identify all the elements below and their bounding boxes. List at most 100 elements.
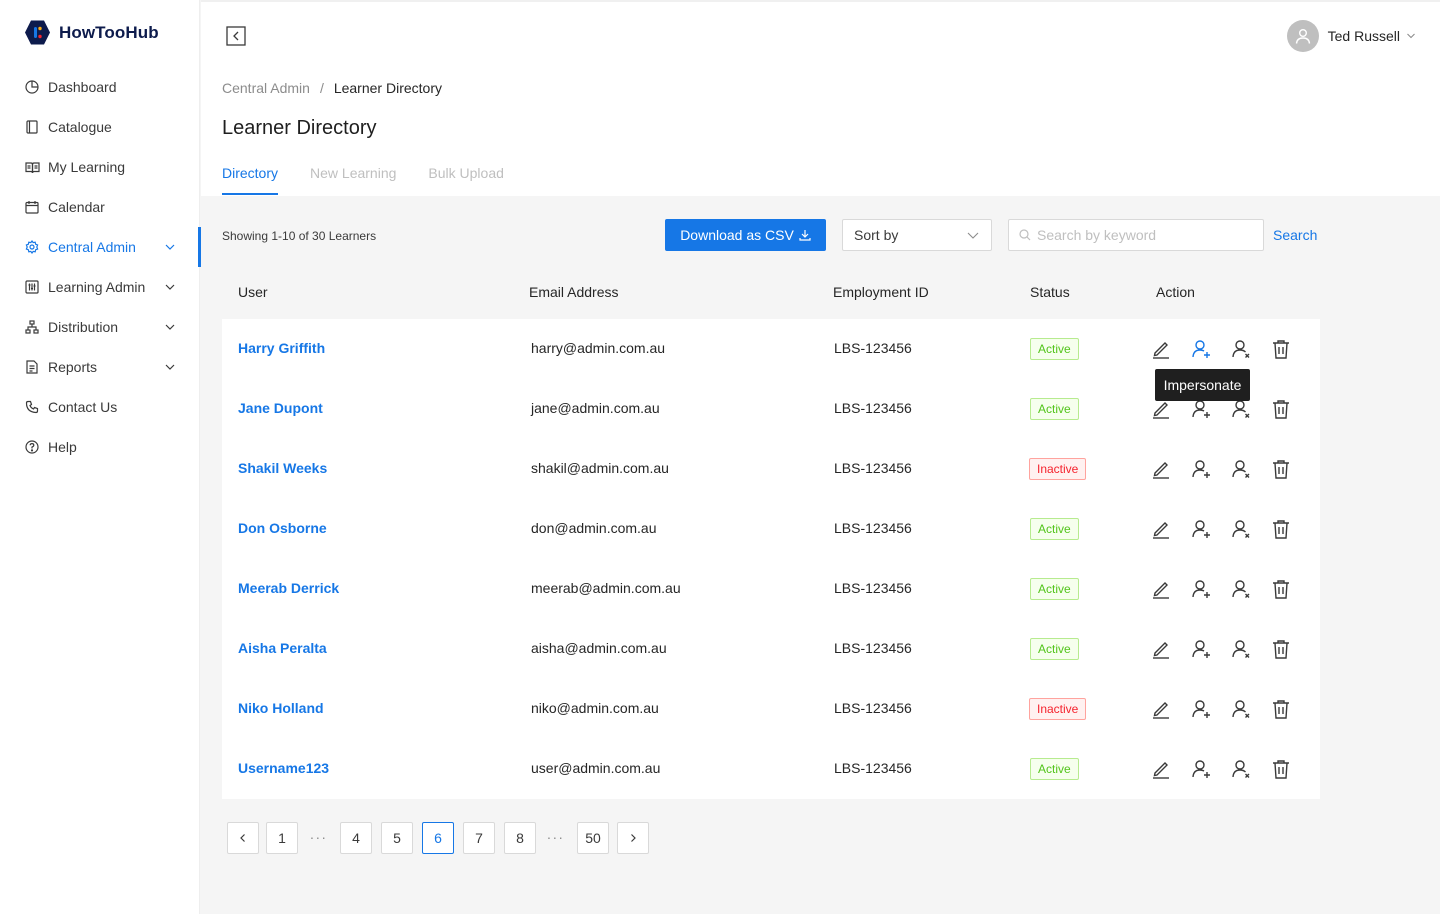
employment-id: LBS-123456	[834, 520, 912, 536]
logo[interactable]: HowTooHub	[24, 19, 159, 46]
book-icon	[24, 119, 40, 135]
edit-icon[interactable]	[1150, 578, 1172, 600]
employment-id: LBS-123456	[834, 760, 912, 776]
pagination-page-4[interactable]: 4	[340, 822, 372, 854]
search-icon	[1019, 229, 1031, 241]
sidebar-item-contact-us[interactable]: Contact Us	[0, 387, 200, 427]
deactivate-user-icon[interactable]	[1230, 758, 1252, 780]
sidebar-item-label: Central Admin	[48, 239, 136, 255]
impersonate-icon[interactable]	[1190, 698, 1212, 720]
search-button[interactable]: Search	[1273, 227, 1317, 243]
impersonate-icon[interactable]	[1190, 578, 1212, 600]
sort-by-select[interactable]: Sort by	[842, 219, 992, 251]
deactivate-user-icon[interactable]	[1230, 338, 1252, 360]
pagination-page-6[interactable]: 6	[422, 822, 454, 854]
user-name-link[interactable]: Harry Griffith	[238, 340, 325, 356]
user-name-link[interactable]: Aisha Peralta	[238, 640, 327, 656]
user-name-link[interactable]: Meerab Derrick	[238, 580, 339, 596]
delete-icon[interactable]	[1270, 578, 1292, 600]
impersonate-icon[interactable]	[1190, 338, 1212, 360]
impersonate-icon[interactable]	[1190, 758, 1212, 780]
pagination-prev-button[interactable]	[227, 822, 259, 854]
impersonate-icon[interactable]	[1190, 518, 1212, 540]
pagination-page-8[interactable]: 8	[504, 822, 536, 854]
impersonate-icon[interactable]	[1190, 638, 1212, 660]
deactivate-user-icon[interactable]	[1230, 398, 1252, 420]
table-row: Aisha Peralta aisha@admin.com.au LBS-12345…	[222, 619, 1320, 679]
user-email: aisha@admin.com.au	[531, 640, 667, 656]
download-csv-button[interactable]: Download as CSV	[665, 219, 826, 251]
edit-icon[interactable]	[1150, 758, 1172, 780]
delete-icon[interactable]	[1270, 758, 1292, 780]
edit-icon[interactable]	[1150, 698, 1172, 720]
deactivate-user-icon[interactable]	[1230, 518, 1252, 540]
sidebar-nav: Dashboard Catalogue My Learning Calendar…	[0, 67, 201, 467]
chevron-right-icon	[631, 834, 636, 842]
chevron-down-icon	[165, 364, 175, 370]
delete-icon[interactable]	[1270, 338, 1292, 360]
user-name-link[interactable]: Don Osborne	[238, 520, 327, 536]
tab-new-learning[interactable]: New Learning	[310, 165, 396, 195]
sidebar-item-distribution[interactable]: Distribution	[0, 307, 200, 347]
sidebar-item-learning-admin[interactable]: Learning Admin	[0, 267, 200, 307]
avatar	[1286, 20, 1319, 52]
user-name-link[interactable]: Shakil Weeks	[238, 460, 327, 476]
column-header-status[interactable]: Status	[1030, 284, 1070, 300]
edit-icon[interactable]	[1150, 398, 1172, 420]
tab-bulk-upload[interactable]: Bulk Upload	[428, 165, 504, 195]
delete-icon[interactable]	[1270, 458, 1292, 480]
user-avatar-icon	[1295, 29, 1310, 44]
edit-icon[interactable]	[1150, 338, 1172, 360]
status-badge: Active	[1030, 338, 1079, 360]
pagination-page-1[interactable]: 1	[266, 822, 298, 854]
pagination-ellipsis[interactable]: ...	[547, 826, 565, 842]
edit-icon[interactable]	[1150, 458, 1172, 480]
pagination-page-5[interactable]: 5	[381, 822, 413, 854]
page-title: Learner Directory	[222, 117, 377, 139]
user-email: niko@admin.com.au	[531, 700, 659, 716]
pagination-page-7[interactable]: 7	[463, 822, 495, 854]
deactivate-user-icon[interactable]	[1230, 638, 1252, 660]
tab-directory[interactable]: Directory	[222, 165, 279, 195]
collapse-sidebar-icon[interactable]	[226, 26, 246, 46]
edit-icon[interactable]	[1150, 518, 1172, 540]
pagination-ellipsis[interactable]: ...	[310, 826, 328, 842]
breadcrumb-parent-link[interactable]: Central Admin	[222, 80, 310, 96]
sidebar-item-label: Reports	[48, 359, 98, 375]
search-input[interactable]	[1037, 227, 1247, 243]
tab-bar: Directory New Learning Bulk Upload	[222, 165, 536, 195]
column-header-user[interactable]: User	[238, 284, 268, 300]
impersonate-icon[interactable]	[1190, 458, 1212, 480]
sidebar-item-catalogue[interactable]: Catalogue	[0, 107, 200, 147]
sidebar-item-help[interactable]: Help	[0, 427, 200, 467]
column-header-employment-id[interactable]: Employment ID	[833, 284, 929, 300]
report-icon	[24, 359, 40, 375]
pagination-next-button[interactable]	[617, 822, 649, 854]
user-name-link[interactable]: Niko Holland	[238, 700, 324, 716]
delete-icon[interactable]	[1270, 638, 1292, 660]
search-box	[1008, 219, 1264, 251]
column-header-action: Action	[1156, 284, 1195, 300]
user-name-link[interactable]: Username123	[238, 760, 329, 776]
delete-icon[interactable]	[1270, 398, 1292, 420]
delete-icon[interactable]	[1270, 518, 1292, 540]
status-badge: Active	[1030, 518, 1079, 540]
user-menu[interactable]: Ted Russell	[1286, 20, 1416, 52]
pagination-page-50[interactable]: 50	[577, 822, 609, 854]
sidebar-item-my-learning[interactable]: My Learning	[0, 147, 200, 187]
sidebar-item-reports[interactable]: Reports	[0, 347, 200, 387]
sidebar-item-central-admin[interactable]: Central Admin	[0, 227, 201, 267]
edit-icon[interactable]	[1150, 638, 1172, 660]
delete-icon[interactable]	[1270, 698, 1292, 720]
deactivate-user-icon[interactable]	[1230, 698, 1252, 720]
deactivate-user-icon[interactable]	[1230, 458, 1252, 480]
user-name-link[interactable]: Jane Dupont	[238, 400, 323, 416]
column-header-email[interactable]: Email Address	[529, 284, 618, 300]
deactivate-user-icon[interactable]	[1230, 578, 1252, 600]
phone-icon	[24, 399, 40, 415]
sidebar-item-calendar[interactable]: Calendar	[0, 187, 200, 227]
sidebar-item-label: Catalogue	[48, 119, 112, 135]
sidebar-item-dashboard[interactable]: Dashboard	[0, 67, 200, 107]
impersonate-icon[interactable]	[1190, 398, 1212, 420]
employment-id: LBS-123456	[834, 700, 912, 716]
